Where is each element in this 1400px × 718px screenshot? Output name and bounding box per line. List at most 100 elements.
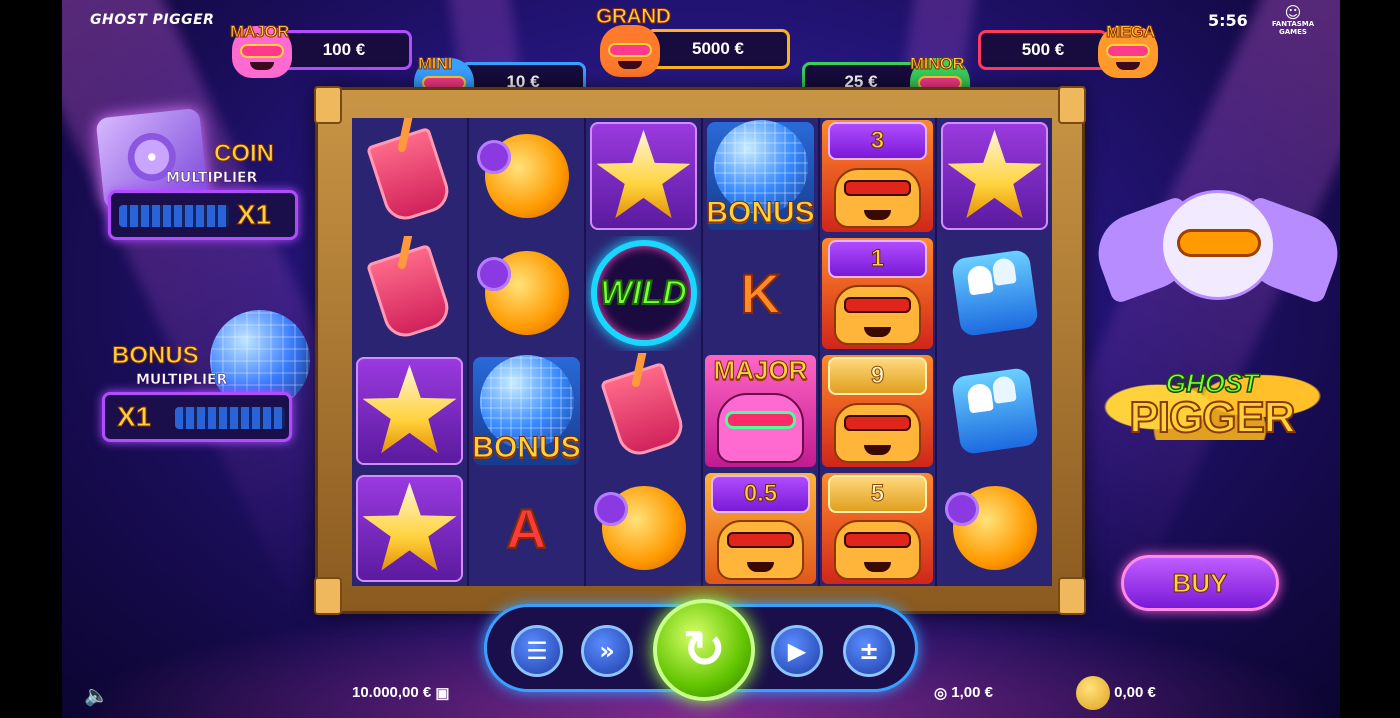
win-display: 0,00 € xyxy=(1076,676,1156,710)
ghost-box-icon xyxy=(950,366,1039,455)
coin-value-plate: 0.5 xyxy=(711,474,810,513)
reel-column xyxy=(937,118,1052,586)
coin-value-plate: 1 xyxy=(828,239,927,278)
chips-icon: ◎ xyxy=(934,685,948,703)
control-bar: ☰ » ↻ ▶ ± xyxy=(484,599,918,701)
game-logo: GHOST PIGGER xyxy=(1112,369,1312,442)
pig-face-icon xyxy=(834,167,921,228)
cocktail-icon xyxy=(365,126,454,225)
jackpot-grand-value: 5000 € xyxy=(646,29,790,69)
frame-post xyxy=(1058,86,1086,124)
jackpot-major-value: 100 € xyxy=(276,30,412,70)
reel-cell: 1 xyxy=(820,236,935,352)
jackpot-mega: 500 € MEGA xyxy=(978,22,1164,78)
bat-head xyxy=(1160,190,1276,300)
jackpot-minor-label: MINOR xyxy=(909,54,965,74)
reel-cell: 3 xyxy=(820,118,935,234)
studio-line2: GAMES xyxy=(1279,28,1307,36)
pig-face-icon xyxy=(834,520,921,580)
buy-button[interactable]: BUY xyxy=(1121,555,1279,611)
reel-cell xyxy=(352,353,467,469)
wallet-icon: ▣ xyxy=(435,685,450,703)
bonus-multiplier-value: X1 xyxy=(116,401,152,433)
reel-column: BONUS K MAJOR 0.5 xyxy=(703,118,818,586)
reel-cell xyxy=(469,118,584,234)
bonus-multiplier-title: BONUS xyxy=(112,342,200,370)
hamburger-icon: ☰ xyxy=(526,637,548,665)
reel-cell: BONUS xyxy=(469,353,584,469)
bet-display[interactable]: ◎ 1,00 € xyxy=(934,684,993,702)
pig-face-icon xyxy=(834,402,921,463)
spin-arrow-icon: ↻ xyxy=(682,620,726,680)
autoplay-icon: ▶ xyxy=(787,637,807,665)
reel-cell: K xyxy=(703,236,818,352)
letter-k-symbol: K xyxy=(739,261,781,326)
reel-column: BONUS A xyxy=(469,118,584,586)
reel-cell xyxy=(352,471,467,587)
letter-a-symbol: A xyxy=(505,496,547,561)
balance-value: 10.000,00 € xyxy=(352,684,432,701)
sound-toggle[interactable]: 🔈 xyxy=(84,683,109,708)
reel-cell: BONUS xyxy=(703,118,818,234)
major-label: MAJOR xyxy=(713,355,808,386)
fast-forward-icon: » xyxy=(599,637,615,665)
frame-post xyxy=(314,86,342,124)
studio-line1: FANTASMA xyxy=(1271,20,1315,28)
cocktail-icon xyxy=(599,361,688,460)
reel-cell xyxy=(937,236,1052,352)
studio-logo: ☺ FANTASMA GAMES xyxy=(1270,5,1316,37)
bonus-multiplier-subtitle: MULTIPLIER xyxy=(136,372,228,389)
reel-cell xyxy=(937,353,1052,469)
reel-cell xyxy=(352,236,467,352)
reel-cell: A xyxy=(469,471,584,587)
reel-cell: 5 xyxy=(820,471,935,587)
menu-button[interactable]: ☰ xyxy=(511,625,563,677)
pig-face-icon xyxy=(717,520,804,580)
reel-cell xyxy=(937,118,1052,234)
bonus-label: BONUS xyxy=(472,430,581,464)
jackpot-major-label: MAJOR xyxy=(230,22,290,42)
bat-dj-mascot xyxy=(1087,160,1349,330)
coin-value-plate: 5 xyxy=(828,474,927,513)
turbo-button[interactable]: » xyxy=(581,625,633,677)
reel-column xyxy=(352,118,467,586)
bonus-label: BONUS xyxy=(706,195,815,229)
reel-frame: BONUS A WILD BONUS K MAJOR 0.5 3 1 9 5 xyxy=(314,86,1086,615)
octopus-ball-icon xyxy=(476,251,569,336)
coin-stack-icon xyxy=(1076,676,1110,710)
reel-cell xyxy=(469,236,584,352)
coin-multiplier-title: COIN xyxy=(214,140,275,168)
autoplay-button[interactable]: ▶ xyxy=(771,625,823,677)
reel-cell xyxy=(586,353,701,469)
reel-column: WILD xyxy=(586,118,701,586)
jackpot-major: 100 € MAJOR xyxy=(230,22,412,78)
octopus-ball-icon xyxy=(944,486,1037,571)
frame-post xyxy=(314,577,342,615)
coin-multiplier-meter xyxy=(119,205,229,227)
coin-value-plate: 3 xyxy=(828,122,927,160)
spin-button[interactable]: ↻ xyxy=(653,599,755,701)
pig-face-icon xyxy=(717,392,804,463)
logo-line2: PIGGER xyxy=(1128,393,1296,442)
coin-multiplier-bar: X1 xyxy=(108,190,298,240)
pig-face-icon xyxy=(600,25,660,77)
bet-value: 1,00 € xyxy=(951,684,993,701)
pig-face-icon xyxy=(834,285,921,345)
frame-post xyxy=(1058,577,1086,615)
reel-cell xyxy=(937,471,1052,587)
win-value: 0,00 € xyxy=(1114,683,1156,701)
game-title: GHOST PIGGER xyxy=(90,12,215,28)
clock: 5:56 xyxy=(1208,11,1248,30)
coin-multiplier: COIN MULTIPLIER X1 xyxy=(108,140,308,245)
reel-cell: 9 xyxy=(820,353,935,469)
balance-display: 10.000,00 € ▣ xyxy=(352,684,450,702)
reel-grid: BONUS A WILD BONUS K MAJOR 0.5 3 1 9 5 xyxy=(352,118,1052,586)
coin-multiplier-value: X1 xyxy=(236,199,272,231)
reel-cell xyxy=(352,118,467,234)
octopus-ball-icon xyxy=(476,133,569,218)
speaker-volume-icon: 🔈 xyxy=(84,685,109,707)
bet-adjust-button[interactable]: ± xyxy=(843,625,895,677)
reel-cell: MAJOR xyxy=(703,353,818,469)
jackpot-mini-label: MINI xyxy=(418,54,453,74)
reel-column: 3 1 9 5 xyxy=(820,118,935,586)
